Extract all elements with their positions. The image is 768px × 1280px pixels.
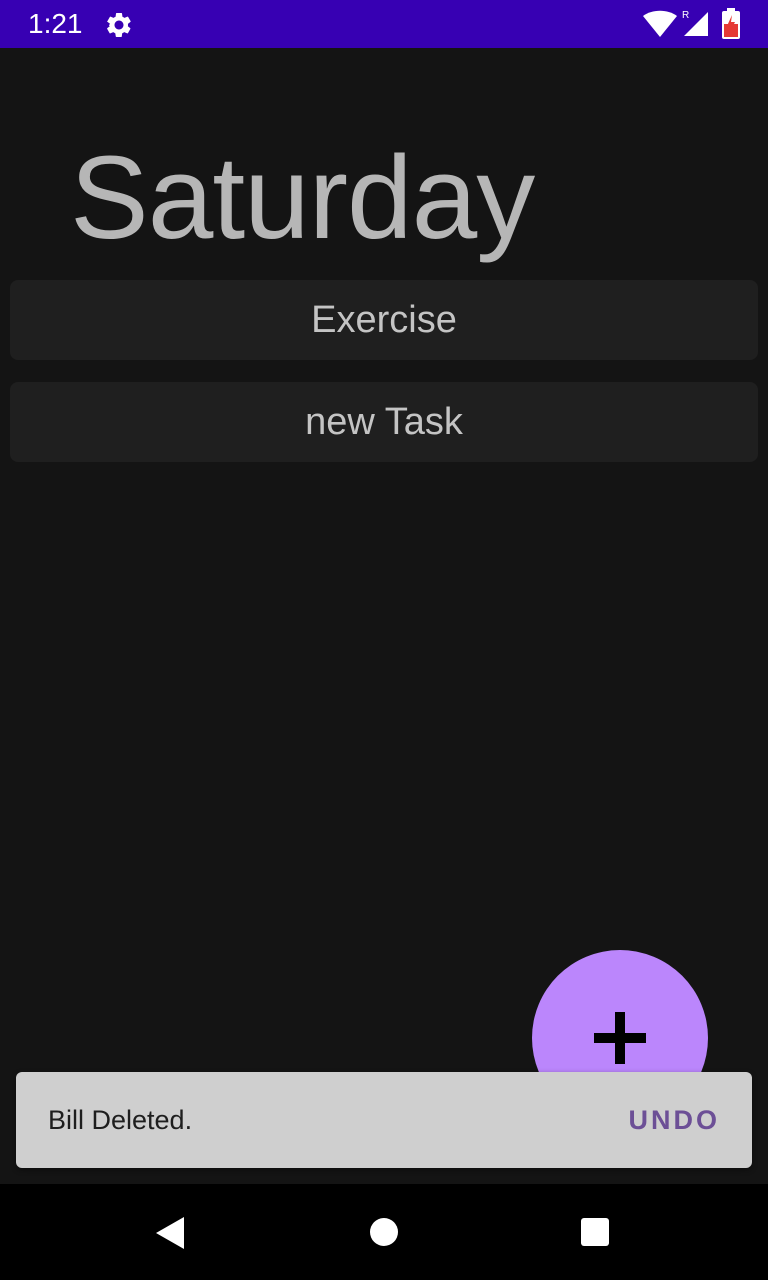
signal-icon: R: [682, 10, 708, 36]
task-label: Exercise: [311, 299, 457, 341]
home-icon[interactable]: [369, 1217, 399, 1247]
task-item[interactable]: new Task: [10, 382, 758, 462]
plus-icon: [594, 1012, 646, 1064]
battery-icon: [722, 8, 740, 39]
day-title: Saturday: [70, 132, 535, 264]
main-content: Saturday Exercise new Task Bill Deleted.…: [0, 48, 768, 1184]
status-bar: 1:21 R: [0, 0, 768, 48]
undo-button[interactable]: UNDO: [629, 1102, 721, 1138]
navigation-bar: [0, 1184, 768, 1280]
task-label: new Task: [305, 401, 463, 443]
snackbar-message: Bill Deleted.: [48, 1105, 193, 1135]
network-label: R: [682, 10, 689, 21]
task-item[interactable]: Exercise: [10, 280, 758, 360]
gear-icon: [106, 12, 131, 37]
wifi-icon: [643, 10, 677, 37]
back-icon[interactable]: [154, 1216, 186, 1250]
recents-icon[interactable]: [580, 1217, 610, 1247]
status-time: 1:21: [28, 8, 83, 39]
snackbar: Bill Deleted. UNDO: [16, 1072, 752, 1168]
